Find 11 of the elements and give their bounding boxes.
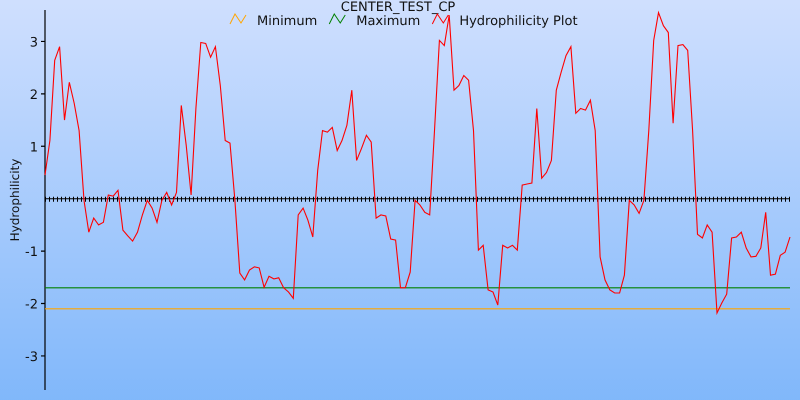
- axis-tick-label: -3: [25, 350, 38, 365]
- axis-tick-label: -1: [25, 245, 38, 260]
- chart-title: CENTER_TEST_CP: [340, 0, 456, 15]
- legend-label: Hydrophilicity Plot: [459, 14, 578, 29]
- axis-title: Hydrophilicity: [8, 158, 22, 242]
- legend-label: Minimum: [257, 14, 318, 29]
- axis-tick-label: 3: [30, 35, 38, 50]
- legend-label: Maximum: [356, 14, 420, 29]
- axis-tick-label: 1: [30, 140, 38, 156]
- axis-tick-label: -2: [25, 298, 38, 313]
- axis-tick-label: 2: [30, 88, 38, 103]
